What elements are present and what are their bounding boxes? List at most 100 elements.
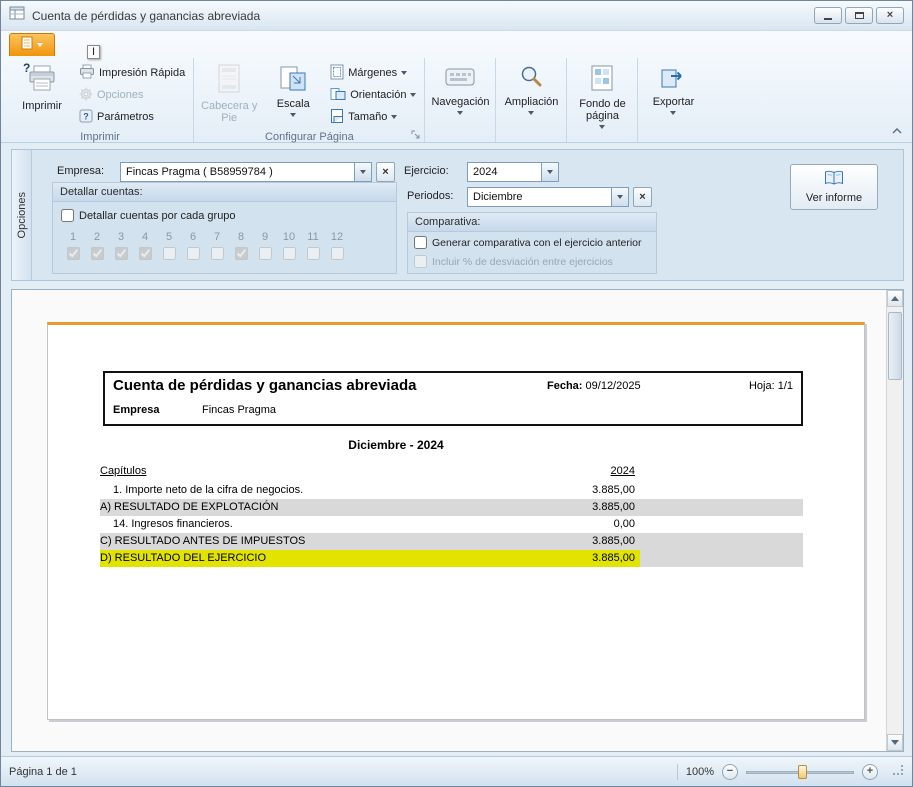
- print-question-icon: ?: [23, 61, 30, 75]
- dialog-launcher-icon[interactable]: [409, 128, 422, 141]
- close-button[interactable]: ×: [876, 7, 904, 24]
- ver-informe-button[interactable]: Ver informe: [790, 164, 878, 210]
- period-check-1: [67, 247, 80, 260]
- app-window: Cuenta de pérdidas y ganancias abreviada…: [0, 0, 913, 787]
- row-value: 3.885,00: [592, 550, 635, 567]
- ribbon: I ? Imprimir Impresión Rápid: [1, 31, 912, 143]
- group-label-exportar: [642, 130, 704, 142]
- orientation-button[interactable]: Orientación: [326, 84, 420, 106]
- period-numbers-row: 1 2 3 4 5 6 7 8 9 10 11 12: [61, 231, 349, 243]
- row-value: 3.885,00: [592, 533, 635, 550]
- zoom-slider-thumb[interactable]: [798, 765, 807, 779]
- periodos-dropdown-button[interactable]: [611, 188, 628, 206]
- scroll-down-button[interactable]: [887, 734, 903, 751]
- empresa-value: Fincas Pragma ( B58959784 ): [121, 166, 354, 178]
- report-sheet-label: Hoja:: [749, 380, 775, 392]
- page-background-button[interactable]: Fondo de página: [571, 60, 633, 130]
- generar-comparativa-label: Generar comparativa con el ejercicio ant…: [432, 237, 642, 249]
- ribbon-group-exportar: Exportar: [637, 58, 708, 142]
- report-sheet: Hoja: 1/1: [749, 380, 793, 392]
- size-button[interactable]: Tamaño: [326, 106, 420, 128]
- periodos-combobox[interactable]: Diciembre: [467, 187, 629, 207]
- report-title: Cuenta de pérdidas y ganancias abreviada: [113, 377, 416, 394]
- zoom-button[interactable]: Ampliación: [500, 60, 562, 130]
- minimize-button[interactable]: [814, 7, 842, 24]
- detallar-checkbox[interactable]: [61, 209, 74, 222]
- empresa-dropdown-button[interactable]: [354, 163, 371, 181]
- period-check-11: [307, 247, 320, 260]
- orientation-label: Orientación: [350, 89, 406, 101]
- header-footer-label: Cabecera y Pie: [198, 100, 260, 124]
- zoom-in-button[interactable]: +: [862, 764, 878, 780]
- empresa-clear-button[interactable]: ×: [376, 162, 395, 182]
- quick-print-button[interactable]: Impresión Rápida: [75, 62, 189, 84]
- export-button[interactable]: Exportar: [642, 60, 704, 130]
- collapse-ribbon-button[interactable]: [888, 123, 906, 138]
- window-icon: [9, 5, 25, 26]
- row-label: C) RESULTADO ANTES DE IMPUESTOS: [100, 535, 305, 547]
- collapse-ribbon-icon: [892, 128, 902, 134]
- navigation-button[interactable]: Navegación: [429, 60, 491, 130]
- period-check-3: [115, 247, 128, 260]
- period-check-8: [235, 247, 248, 260]
- periodos-dropdown-icon: [617, 195, 623, 199]
- navigation-label: Navegación: [431, 96, 489, 108]
- page-background-label: Fondo de página: [571, 98, 633, 122]
- period-number-1: 1: [70, 231, 76, 243]
- ejercicio-dropdown-icon: [547, 170, 553, 174]
- export-icon: [660, 64, 686, 93]
- options-panel: Opciones Empresa: Fincas Pragma ( B58959…: [11, 149, 904, 281]
- titlebar: Cuenta de pérdidas y ganancias abreviada…: [1, 1, 912, 31]
- scale-button[interactable]: Escala: [262, 60, 324, 130]
- detallar-cuentas-group: Detallar cuentas: Detallar cuentas por c…: [52, 182, 397, 274]
- period-check-7: [211, 247, 224, 260]
- period-check-2: [91, 247, 104, 260]
- vertical-scrollbar[interactable]: [886, 290, 903, 751]
- periodos-label: Periodos:: [407, 190, 453, 202]
- page-background-icon: [590, 64, 614, 95]
- report-table-header: Capítulos 2024: [100, 463, 803, 482]
- export-dropdown-icon: [670, 111, 676, 115]
- margins-button[interactable]: Márgenes: [326, 62, 420, 84]
- keytip: I: [87, 45, 100, 59]
- navigation-icon: [445, 64, 475, 93]
- parameters-button[interactable]: ? Parámetros: [75, 106, 189, 128]
- quick-print-icon: [79, 64, 95, 83]
- group-label-imprimir: Imprimir: [11, 130, 189, 144]
- options-label: Opciones: [97, 89, 143, 101]
- period-number-2: 2: [94, 231, 100, 243]
- period-number-9: 9: [262, 231, 268, 243]
- comparativa-group: Comparativa: Generar comparativa con el …: [407, 212, 657, 274]
- statusbar: Página 1 de 1 100% − +: [1, 756, 912, 786]
- period-checks-row: [61, 247, 349, 260]
- detallar-checkbox-row: Detallar cuentas por cada grupo: [61, 209, 236, 222]
- generar-comparativa-checkbox[interactable]: [414, 236, 427, 249]
- period-number-4: 4: [142, 231, 148, 243]
- window-controls: ×: [814, 7, 904, 24]
- ejercicio-dropdown-button[interactable]: [541, 163, 558, 181]
- resize-grip-icon[interactable]: [892, 764, 904, 779]
- ejercicio-combobox[interactable]: 2024: [467, 162, 559, 182]
- zoom-out-button[interactable]: −: [722, 764, 738, 780]
- row-value: 3.885,00: [592, 482, 635, 499]
- report-period-title: Diciembre - 2024: [48, 438, 744, 452]
- period-number-7: 7: [214, 231, 220, 243]
- periodos-clear-button[interactable]: ×: [633, 187, 652, 207]
- empresa-combobox[interactable]: Fincas Pragma ( B58959784 ): [120, 162, 372, 182]
- report-date-value: 09/12/2025: [586, 380, 641, 392]
- file-menu-tab[interactable]: [9, 33, 55, 56]
- report-page: Cuenta de pérdidas y ganancias abreviada…: [47, 322, 865, 720]
- maximize-button[interactable]: [845, 7, 873, 24]
- ribbon-group-navegacion: Navegación: [424, 58, 495, 142]
- empresa-label: Empresa:: [57, 165, 104, 177]
- row-label: D) RESULTADO DEL EJERCICIO: [100, 552, 266, 564]
- minimize-icon: [824, 18, 832, 20]
- print-button[interactable]: ? Imprimir: [11, 60, 73, 130]
- scale-icon: [279, 64, 307, 95]
- zoom-slider[interactable]: [746, 764, 854, 780]
- scrollbar-thumb[interactable]: [888, 312, 902, 380]
- parameters-label: Parámetros: [97, 111, 154, 123]
- orientation-icon: [330, 87, 346, 104]
- options-vertical-tab[interactable]: Opciones: [12, 150, 32, 280]
- scroll-up-button[interactable]: [887, 290, 903, 307]
